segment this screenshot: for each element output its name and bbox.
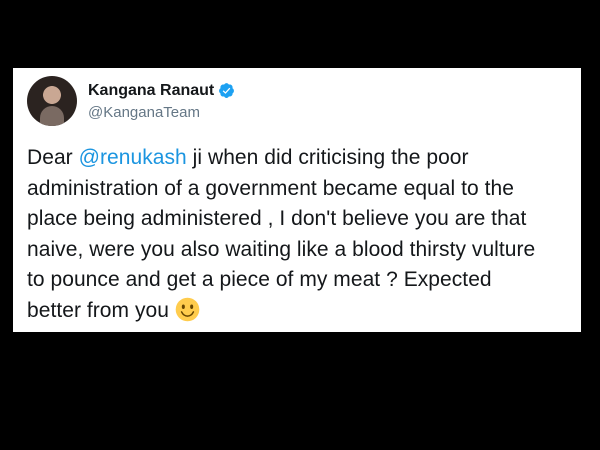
avatar[interactable] xyxy=(27,76,77,126)
tweet-text: Dear @renukash ji when did criticising t… xyxy=(27,143,583,326)
tweet-text-intro: Dear xyxy=(27,146,79,169)
author-handle[interactable]: @KanganaTeam xyxy=(88,104,200,121)
author-name[interactable]: Kangana Ranaut xyxy=(88,82,214,100)
mention-link[interactable]: @renukash xyxy=(79,146,187,169)
slightly-smiling-face-icon xyxy=(175,297,200,321)
tweet-text-body: ji when did criticising the poor adminis… xyxy=(27,146,536,322)
verified-badge-icon xyxy=(219,83,234,98)
tweet-card: Kangana Ranaut @KanganaTeam Dear @renuka… xyxy=(13,68,581,332)
